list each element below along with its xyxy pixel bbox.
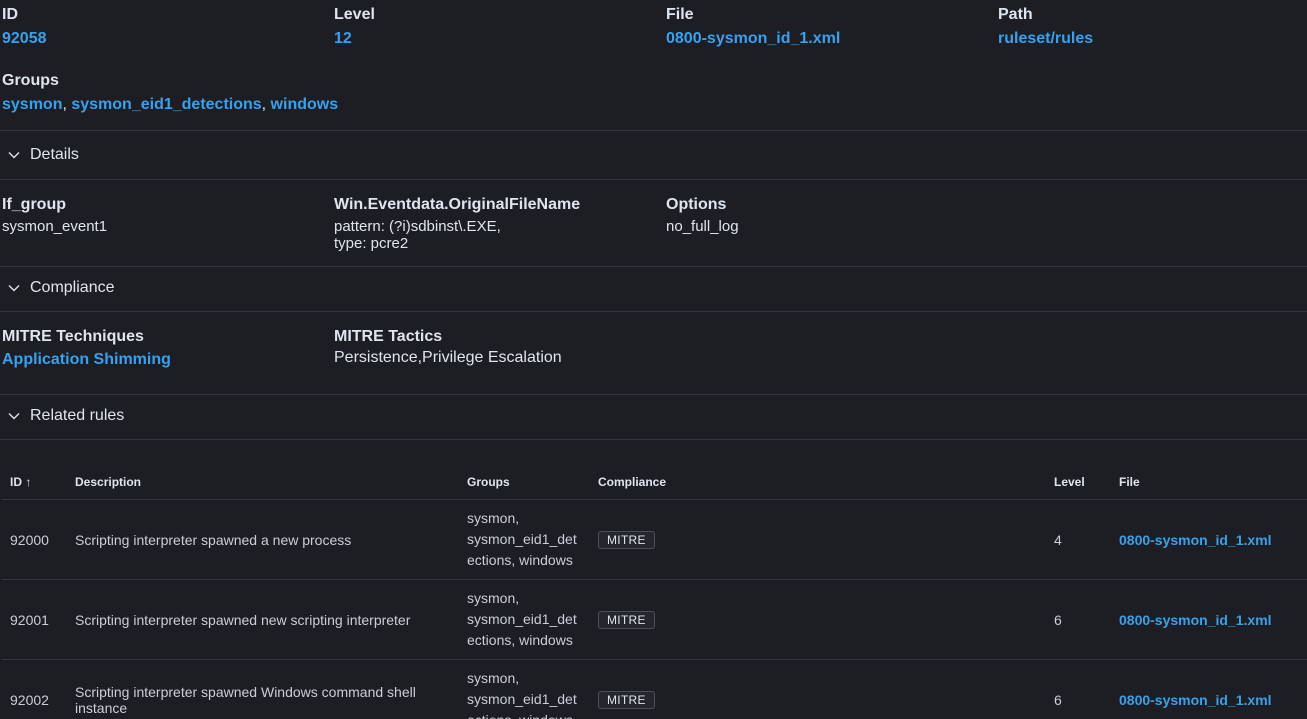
table-row[interactable]: 92001 Scripting interpreter spawned new … [2,579,1307,660]
row-groups-line: sysmon, [467,670,520,686]
row-groups-line: sysmon, [467,510,520,526]
row-file: 0800-sysmon_id_1.xml [1111,659,1307,719]
row-groups-line: sysmon_eid1_det [467,531,577,547]
path-field: Path ruleset/rules [998,5,1307,48]
row-level: 6 [1046,659,1111,719]
column-header-groups[interactable]: Groups [459,464,590,500]
row-file: 0800-sysmon_id_1.xml [1111,499,1307,580]
path-value-link[interactable]: ruleset/rules [998,29,1307,48]
group-link-sysmon[interactable]: sysmon [2,96,62,113]
divider [0,439,1307,440]
row-compliance: MITRE [590,499,1046,580]
row-file-link[interactable]: 0800-sysmon_id_1.xml [1119,692,1272,708]
rule-detail-panel: ID 92058 Level 12 File 0800-sysmon_id_1.… [0,0,1307,719]
row-groups: sysmon, sysmon_eid1_det ections, windows [459,499,590,580]
details-accordion-toggle[interactable]: Details [0,133,1307,177]
level-value-link[interactable]: 12 [334,29,666,48]
chevron-down-icon [7,148,21,162]
path-label: Path [998,6,1033,23]
mitre-badge[interactable]: MITRE [598,610,655,629]
row-description: Scripting interpreter spawned Windows co… [67,659,459,719]
mitre-badge[interactable]: MITRE [598,690,655,709]
mitre-technique-link[interactable]: Application Shimming [2,351,334,369]
column-header-id[interactable]: ID ↑ [2,464,67,500]
id-value-link[interactable]: 92058 [2,29,334,48]
id-field: ID 92058 [2,5,334,48]
groups-label: Groups [2,72,59,89]
table-header-row: ID ↑ Description Groups Compliance Level… [2,464,1307,500]
row-description: Scripting interpreter spawned a new proc… [67,499,459,580]
original-filename-field: Win.Eventdata.OriginalFileName pattern: … [334,195,666,252]
compliance-title: Compliance [30,279,115,296]
related-rules-table: ID ↑ Description Groups Compliance Level… [2,464,1307,719]
original-filename-pattern: pattern: (?i)sdbinst\.EXE, [334,218,501,235]
row-groups: sysmon, sysmon_eid1_det ections, windows [459,579,590,660]
row-level: 6 [1046,579,1111,660]
mitre-techniques-label: MITRE Techniques [2,328,144,345]
file-value-link[interactable]: 0800-sysmon_id_1.xml [666,29,998,48]
row-groups-line: ections, windows [467,632,573,648]
row-groups: sysmon, sysmon_eid1_det ections, windows [459,659,590,719]
rule-summary: ID 92058 Level 12 File 0800-sysmon_id_1.… [0,5,1307,48]
group-separator: , [261,96,271,113]
if-group-label: If_group [2,196,66,213]
row-file: 0800-sysmon_id_1.xml [1111,579,1307,660]
table-row[interactable]: 92000 Scripting interpreter spawned a ne… [2,499,1307,580]
row-id: 92000 [2,499,67,580]
original-filename-label: Win.Eventdata.OriginalFileName [334,196,581,213]
group-link-windows[interactable]: windows [271,96,339,113]
row-id: 92001 [2,579,67,660]
compliance-content: MITRE Techniques Application Shimming MI… [0,327,668,369]
table-row[interactable]: 92002 Scripting interpreter spawned Wind… [2,659,1307,719]
options-field: Options no_full_log [666,195,998,252]
row-file-link[interactable]: 0800-sysmon_id_1.xml [1119,612,1272,628]
id-label: ID [2,6,18,23]
row-groups-line: ections, windows [467,710,582,719]
level-field: Level 12 [334,5,666,48]
row-groups-line: sysmon_eid1_det [467,611,577,627]
divider [0,130,1307,131]
row-id: 92002 [2,659,67,719]
mitre-badge[interactable]: MITRE [598,530,655,549]
row-file-link[interactable]: 0800-sysmon_id_1.xml [1119,532,1272,548]
column-header-file[interactable]: File [1111,464,1307,500]
mitre-techniques-field: MITRE Techniques Application Shimming [2,327,334,369]
column-id-label: ID [10,474,22,489]
column-header-compliance[interactable]: Compliance [590,464,1046,500]
row-groups-line: ections, windows [467,552,573,568]
related-rules-accordion-toggle[interactable]: Related rules [0,394,1307,438]
row-level: 4 [1046,499,1111,580]
options-value: no_full_log [666,218,739,235]
if-group-field: If_group sysmon_event1 [2,195,334,252]
row-description: Scripting interpreter spawned new script… [67,579,459,660]
chevron-down-icon [7,409,21,423]
row-compliance: MITRE [590,579,1046,660]
groups-field: Groups sysmon, sysmon_eid1_detections, w… [2,71,338,114]
row-groups-line: sysmon, [467,590,520,606]
file-label: File [666,6,694,23]
compliance-accordion-toggle[interactable]: Compliance [0,266,1307,310]
file-field: File 0800-sysmon_id_1.xml [666,5,998,48]
level-label: Level [334,6,375,23]
original-filename-type: type: pcre2 [334,235,409,252]
mitre-tactics-value: Persistence,Privilege Escalation [334,349,562,366]
row-compliance: MITRE [590,659,1046,719]
mitre-tactics-field: MITRE Tactics Persistence,Privilege Esca… [334,327,666,369]
row-groups-line: sysmon_eid1_det [467,691,577,707]
details-content: If_group sysmon_event1 Win.Eventdata.Ori… [0,195,1000,252]
group-link-sysmon-eid1-detections[interactable]: sysmon_eid1_detections [71,96,261,113]
divider [0,311,1307,312]
options-label: Options [666,196,727,213]
column-header-level[interactable]: Level [1046,464,1111,500]
divider [0,179,1307,180]
if-group-value: sysmon_event1 [2,218,108,235]
chevron-down-icon [7,281,21,295]
column-header-description[interactable]: Description [67,464,459,500]
related-rules-title: Related rules [30,407,125,424]
groups-list: sysmon, sysmon_eid1_detections, windows [2,95,338,114]
sort-ascending-icon: ↑ [25,474,32,489]
mitre-tactics-label: MITRE Tactics [334,328,443,345]
details-title: Details [30,146,79,163]
